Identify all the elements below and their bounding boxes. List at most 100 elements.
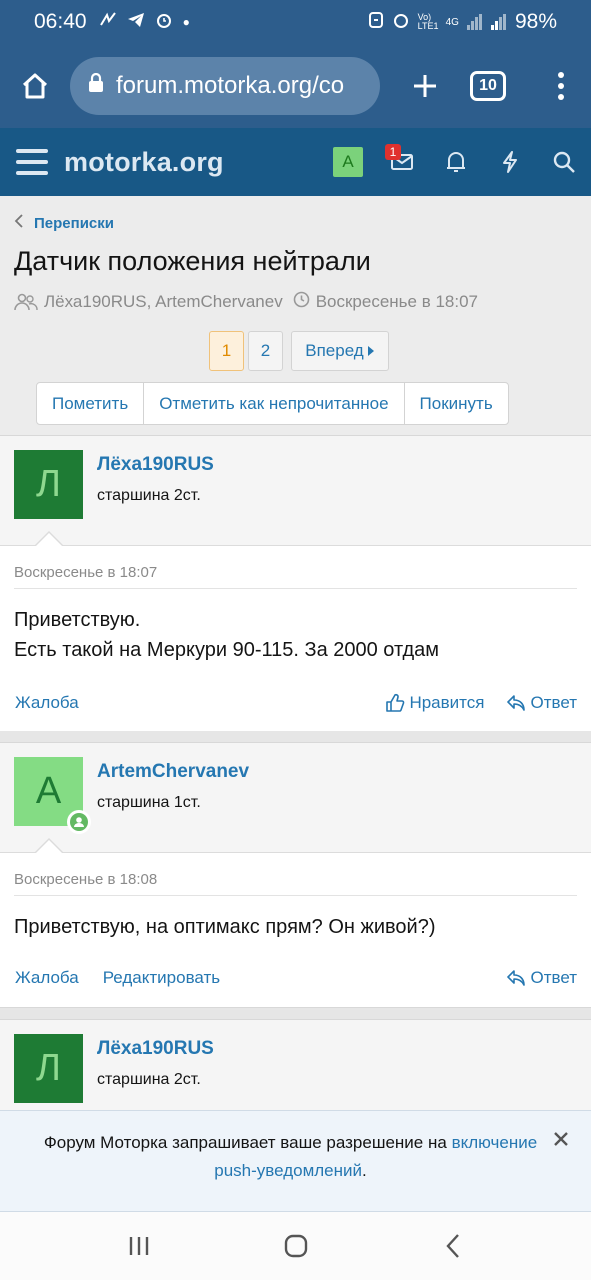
inbox-button[interactable]: 1: [375, 128, 429, 196]
push-notice-text: Форум Моторка запрашивает ваше разрешени…: [43, 1133, 447, 1152]
inbox-badge: 1: [385, 144, 401, 160]
new-tab-button[interactable]: [380, 44, 470, 128]
more-icon-dot: [558, 72, 564, 78]
reply-label: Ответ: [530, 968, 577, 987]
message-3: Л Лёха190RUS старшина 2ст.: [0, 1019, 591, 1115]
message-line: Приветствую, на оптимакс прям? Он живой?…: [14, 916, 436, 938]
message-1: Л Лёха190RUS старшина 2ст. Воскресенье в…: [0, 435, 591, 731]
chevron-left-icon: [14, 214, 24, 233]
system-nav-bar: [0, 1212, 591, 1280]
message-line: Есть такой на Меркури 90-115. За 2000 от…: [14, 639, 440, 661]
account-button[interactable]: A: [321, 128, 375, 196]
search-button[interactable]: [537, 128, 591, 196]
thread-meta: Лёха190RUS, ArtemChervanev Воскресенье в…: [14, 291, 478, 313]
avatar[interactable]: Л: [14, 450, 83, 519]
like-button[interactable]: Нравится: [385, 693, 484, 713]
message-line: Приветствую.: [14, 609, 141, 631]
hamburger-menu-button[interactable]: [0, 128, 64, 196]
edit-link[interactable]: Редактировать: [103, 968, 220, 988]
message-2: A ArtemChervanev старшина 1ст. Воскресен…: [0, 742, 591, 1008]
recent-apps-button[interactable]: [109, 1216, 169, 1276]
back-icon: [445, 1234, 459, 1258]
home-icon: [22, 73, 48, 99]
avatar: A: [333, 147, 363, 177]
page-1-button[interactable]: 1: [209, 331, 244, 371]
bolt-icon: [503, 151, 517, 173]
reply-button[interactable]: Ответ: [506, 968, 577, 988]
close-icon: [554, 1132, 568, 1146]
participants: Лёха190RUS, ArtemChervanev: [44, 292, 283, 311]
whats-new-button[interactable]: [483, 128, 537, 196]
page-2-button[interactable]: 2: [248, 331, 283, 371]
conversation-header: Переписки Датчик положения нейтрали Лёха…: [0, 196, 591, 436]
clock-icon: [293, 291, 310, 313]
thread-start-date: Воскресенье в 18:07: [315, 292, 479, 311]
reply-button[interactable]: Ответ: [506, 693, 577, 713]
reply-icon: [507, 695, 526, 711]
home-nav-icon: [284, 1234, 307, 1258]
volte-label: Vo) LTE1: [417, 12, 439, 31]
pagination: 1 2 Вперед: [209, 331, 389, 371]
page-title: Датчик положения нейтрали: [14, 246, 371, 276]
message-footer: Жалоба Нравится Ответ: [0, 679, 591, 731]
mark-unread-button[interactable]: Отметить как непрочитанное: [144, 383, 405, 424]
recent-apps-icon: [129, 1237, 148, 1255]
leave-button[interactable]: Покинуть: [405, 383, 508, 424]
breadcrumb-link[interactable]: Переписки: [34, 215, 114, 232]
notification-swipe-icon: [99, 11, 117, 34]
signal-icon-2: [490, 14, 507, 30]
message-user-block: Л Лёха190RUS старшина 2ст.: [0, 436, 591, 546]
close-button[interactable]: [549, 1127, 573, 1151]
conversation-actions: Пометить Отметить как непрочитанное Поки…: [36, 382, 509, 425]
avatar[interactable]: A: [14, 757, 91, 834]
next-page-button[interactable]: Вперед: [291, 331, 389, 371]
alerts-button[interactable]: [429, 128, 483, 196]
avatar[interactable]: Л: [14, 1034, 83, 1103]
home-button[interactable]: [0, 44, 70, 128]
message-text: Приветствую. Есть такой на Меркури 90-11…: [0, 589, 591, 665]
mark-button[interactable]: Пометить: [37, 383, 145, 424]
user-title: старшина 2ст.: [97, 487, 201, 504]
caret-right-icon: [367, 346, 374, 356]
url-text: forum.motorka.org/co: [116, 72, 345, 99]
message-footer: Жалоба Редактировать Ответ: [0, 954, 591, 1006]
dot-icon: ●: [182, 15, 190, 29]
report-link[interactable]: Жалоба: [15, 693, 79, 713]
lock-icon: [88, 72, 104, 100]
alarm-icon: [155, 11, 173, 34]
message-user-block: A ArtemChervanev старшина 1ст.: [0, 743, 591, 853]
message-text: Приветствую, на оптимакс прям? Он живой?…: [0, 896, 591, 942]
plus-icon: [414, 75, 436, 97]
back-button[interactable]: [423, 1216, 483, 1276]
bell-icon: [447, 152, 465, 172]
telegram-icon: [127, 11, 145, 34]
home-nav-button[interactable]: [266, 1216, 326, 1276]
status-bar: 06:40 ● Vo) LTE1 4G 98%: [0, 0, 591, 44]
signal-icon: [466, 14, 483, 30]
thumbs-up-icon: [386, 693, 405, 712]
tab-switcher-button[interactable]: 10: [470, 71, 506, 101]
report-link[interactable]: Жалоба: [15, 968, 79, 988]
browser-menu-button[interactable]: [531, 44, 591, 128]
network-type: 4G: [445, 16, 459, 28]
battery-percent: 98%: [514, 10, 557, 33]
reply-label: Ответ: [530, 693, 577, 712]
reply-icon: [507, 970, 526, 986]
browser-toolbar: forum.motorka.org/co 10: [0, 44, 591, 128]
next-page-label: Вперед: [305, 341, 364, 360]
online-status-icon: [67, 810, 91, 834]
message-user-block: Л Лёха190RUS старшина 2ст.: [0, 1020, 591, 1115]
breadcrumb[interactable]: Переписки: [14, 214, 114, 233]
message-date[interactable]: Воскресенье в 18:08: [0, 853, 591, 895]
url-field[interactable]: forum.motorka.org/co: [70, 57, 380, 115]
username[interactable]: Лёха190RUS: [97, 1038, 214, 1060]
username[interactable]: ArtemChervanev: [97, 761, 249, 783]
username[interactable]: Лёха190RUS: [97, 454, 214, 476]
data-saver-icon: [368, 11, 384, 34]
push-notice: Форум Моторка запрашивает ваше разрешени…: [0, 1110, 591, 1212]
message-date[interactable]: Воскресенье в 18:07: [0, 546, 591, 588]
user-title: старшина 2ст.: [97, 1071, 201, 1088]
site-logo[interactable]: motorka.org: [64, 147, 224, 178]
alarm-icon-2: [392, 11, 410, 34]
users-icon: [14, 293, 38, 311]
